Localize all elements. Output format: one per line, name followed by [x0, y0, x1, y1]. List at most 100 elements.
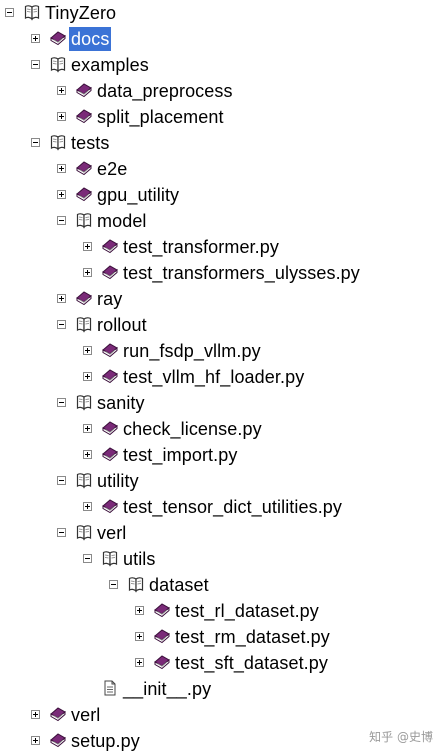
- expand-toggle-icon[interactable]: [83, 450, 92, 459]
- tree-item-model[interactable]: model: [0, 209, 441, 235]
- tree-item-test-import-py[interactable]: test_import.py: [0, 443, 441, 469]
- collapse-toggle-icon[interactable]: [31, 138, 40, 147]
- expand-toggle-icon[interactable]: [31, 34, 40, 43]
- collapse-toggle-icon[interactable]: [57, 528, 66, 537]
- tree-item-test-rl-dataset-py[interactable]: test_rl_dataset.py: [0, 599, 441, 625]
- tree-item-test-tensor-dict-utilities-py[interactable]: test_tensor_dict_utilities.py: [0, 495, 441, 521]
- tree-item-utils[interactable]: utils: [0, 547, 441, 573]
- tree-item-sanity[interactable]: sanity: [0, 391, 441, 417]
- expand-toggle-icon[interactable]: [57, 164, 66, 173]
- tree-item-docs[interactable]: docs: [0, 27, 441, 53]
- expand-toggle-icon[interactable]: [31, 736, 40, 745]
- closed-book-icon: [101, 419, 119, 437]
- tree-item-label[interactable]: run_fsdp_vllm.py: [121, 339, 263, 363]
- expand-toggle-icon[interactable]: [83, 372, 92, 381]
- open-book-icon: [75, 211, 93, 229]
- tree-item-label[interactable]: test_transformers_ulysses.py: [121, 261, 362, 285]
- tree-item-verl[interactable]: verl: [0, 703, 441, 729]
- tree-item-label[interactable]: split_placement: [95, 105, 226, 129]
- expand-toggle-icon[interactable]: [83, 424, 92, 433]
- closed-book-icon: [153, 627, 171, 645]
- tree-item-label[interactable]: test_import.py: [121, 443, 239, 467]
- tree-item-tests[interactable]: tests: [0, 131, 441, 157]
- expand-toggle-icon[interactable]: [83, 242, 92, 251]
- open-book-icon: [49, 133, 67, 151]
- expand-toggle-icon[interactable]: [83, 346, 92, 355]
- tree-item-examples[interactable]: examples: [0, 53, 441, 79]
- collapse-toggle-icon[interactable]: [83, 554, 92, 563]
- tree-item-label[interactable]: model: [95, 209, 149, 233]
- tree-item-label[interactable]: ray: [95, 287, 124, 311]
- collapse-toggle-icon[interactable]: [57, 398, 66, 407]
- collapse-toggle-icon[interactable]: [57, 320, 66, 329]
- tree-item-verl[interactable]: verl: [0, 521, 441, 547]
- tree-item-label[interactable]: __init__.py: [121, 677, 213, 701]
- tree-item-test-sft-dataset-py[interactable]: test_sft_dataset.py: [0, 651, 441, 677]
- expand-toggle-icon[interactable]: [57, 294, 66, 303]
- tree-item-label[interactable]: sanity: [95, 391, 147, 415]
- closed-book-icon: [75, 185, 93, 203]
- expand-toggle-icon[interactable]: [57, 86, 66, 95]
- tree-item-label[interactable]: verl: [69, 703, 102, 727]
- open-book-icon: [127, 575, 145, 593]
- tree-item-label[interactable]: test_rl_dataset.py: [173, 599, 321, 623]
- tree-item-test-vllm-hf-loader-py[interactable]: test_vllm_hf_loader.py: [0, 365, 441, 391]
- tree-item-label[interactable]: test_transformer.py: [121, 235, 281, 259]
- tree-item-dataset[interactable]: dataset: [0, 573, 441, 599]
- tree-item-rollout[interactable]: rollout: [0, 313, 441, 339]
- collapse-toggle-icon[interactable]: [5, 8, 14, 17]
- closed-book-icon: [49, 731, 67, 749]
- tree-item-label[interactable]: dataset: [147, 573, 211, 597]
- tree-item-label[interactable]: tests: [69, 131, 112, 155]
- tree-item-label[interactable]: test_rm_dataset.py: [173, 625, 332, 649]
- tree-item-test-transformers-ulysses-py[interactable]: test_transformers_ulysses.py: [0, 261, 441, 287]
- closed-book-icon: [101, 263, 119, 281]
- collapse-toggle-icon[interactable]: [57, 476, 66, 485]
- tree-item-gpu-utility[interactable]: gpu_utility: [0, 183, 441, 209]
- expand-toggle-icon[interactable]: [57, 190, 66, 199]
- tree-item-label[interactable]: utility: [95, 469, 141, 493]
- closed-book-icon: [101, 237, 119, 255]
- tree-item-label[interactable]: data_preprocess: [95, 79, 235, 103]
- collapse-toggle-icon[interactable]: [57, 216, 66, 225]
- tree-item-check-license-py[interactable]: check_license.py: [0, 417, 441, 443]
- tree-item-split-placement[interactable]: split_placement: [0, 105, 441, 131]
- tree-item-label[interactable]: docs: [69, 27, 112, 51]
- closed-book-icon: [75, 289, 93, 307]
- tree-item-utility[interactable]: utility: [0, 469, 441, 495]
- tree-item-label[interactable]: verl: [95, 521, 128, 545]
- expand-toggle-icon[interactable]: [135, 632, 144, 641]
- tree-item-label[interactable]: TinyZero: [43, 1, 118, 25]
- expand-toggle-icon[interactable]: [135, 658, 144, 667]
- collapse-toggle-icon[interactable]: [109, 580, 118, 589]
- expand-toggle-icon[interactable]: [83, 502, 92, 511]
- tree-item-label[interactable]: setup.py: [69, 729, 142, 753]
- closed-book-icon: [101, 341, 119, 359]
- collapse-toggle-icon[interactable]: [31, 60, 40, 69]
- tree-item-label[interactable]: check_license.py: [121, 417, 264, 441]
- tree-item-label[interactable]: e2e: [95, 157, 129, 181]
- tree-item-ray[interactable]: ray: [0, 287, 441, 313]
- expand-toggle-icon[interactable]: [31, 710, 40, 719]
- tree-item-init-py[interactable]: __init__.py: [0, 677, 441, 703]
- tree-item-test-rm-dataset-py[interactable]: test_rm_dataset.py: [0, 625, 441, 651]
- closed-book-icon: [153, 653, 171, 671]
- expand-toggle-icon[interactable]: [57, 112, 66, 121]
- tree-item-data-preprocess[interactable]: data_preprocess: [0, 79, 441, 105]
- tree-item-run-fsdp-vllm-py[interactable]: run_fsdp_vllm.py: [0, 339, 441, 365]
- tree-item-test-transformer-py[interactable]: test_transformer.py: [0, 235, 441, 261]
- tree-item-label[interactable]: utils: [121, 547, 158, 571]
- tree-item-label[interactable]: test_sft_dataset.py: [173, 651, 330, 675]
- expand-toggle-icon[interactable]: [135, 606, 144, 615]
- expand-toggle-icon[interactable]: [83, 268, 92, 277]
- open-book-icon: [75, 315, 93, 333]
- tree-item-label[interactable]: gpu_utility: [95, 183, 181, 207]
- tree-item-label[interactable]: test_tensor_dict_utilities.py: [121, 495, 344, 519]
- tree-item-e2e[interactable]: e2e: [0, 157, 441, 183]
- watermark: 知乎 @史博: [369, 730, 433, 744]
- tree-item-label[interactable]: rollout: [95, 313, 149, 337]
- open-book-icon: [49, 55, 67, 73]
- tree-item-label[interactable]: test_vllm_hf_loader.py: [121, 365, 306, 389]
- tree-item-tinyzero[interactable]: TinyZero: [0, 1, 441, 27]
- tree-item-label[interactable]: examples: [69, 53, 151, 77]
